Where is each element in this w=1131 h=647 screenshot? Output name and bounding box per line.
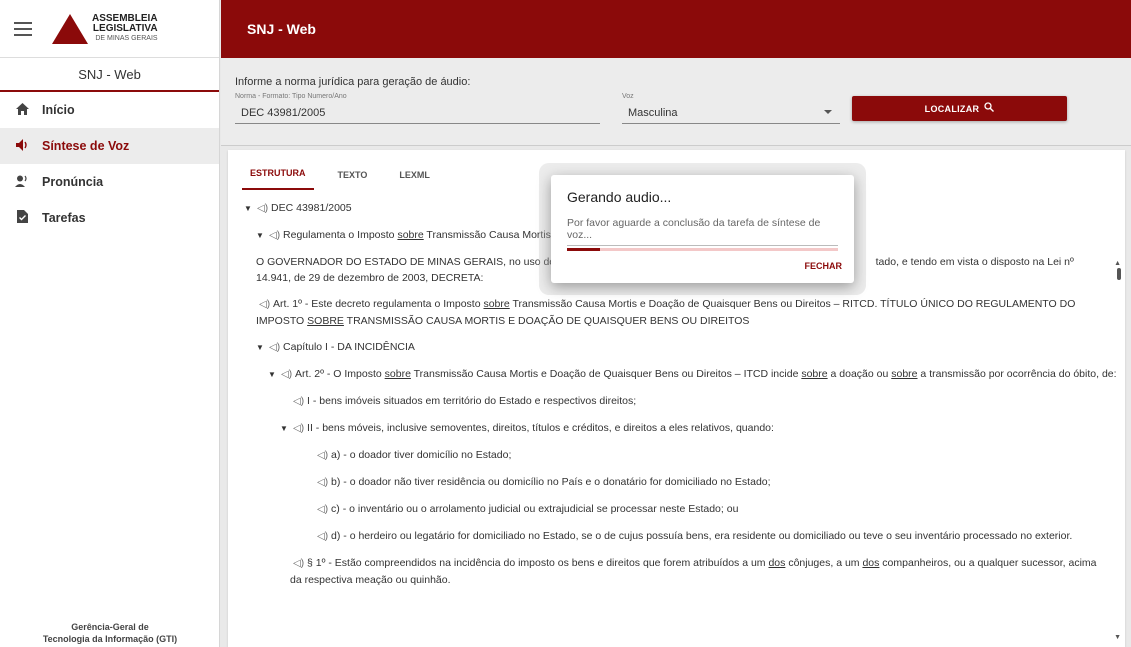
progress-bar-fill (567, 248, 600, 251)
dialog-message: Por favor aguarde a conclusão da tarefa … (567, 217, 838, 246)
modal-overlay (0, 0, 1131, 647)
progress-bar (567, 248, 838, 251)
dialog-title: Gerando audio... (567, 189, 672, 205)
close-button[interactable]: FECHAR (805, 261, 843, 271)
progress-dialog: Gerando audio... Por favor aguarde a con… (551, 175, 854, 283)
